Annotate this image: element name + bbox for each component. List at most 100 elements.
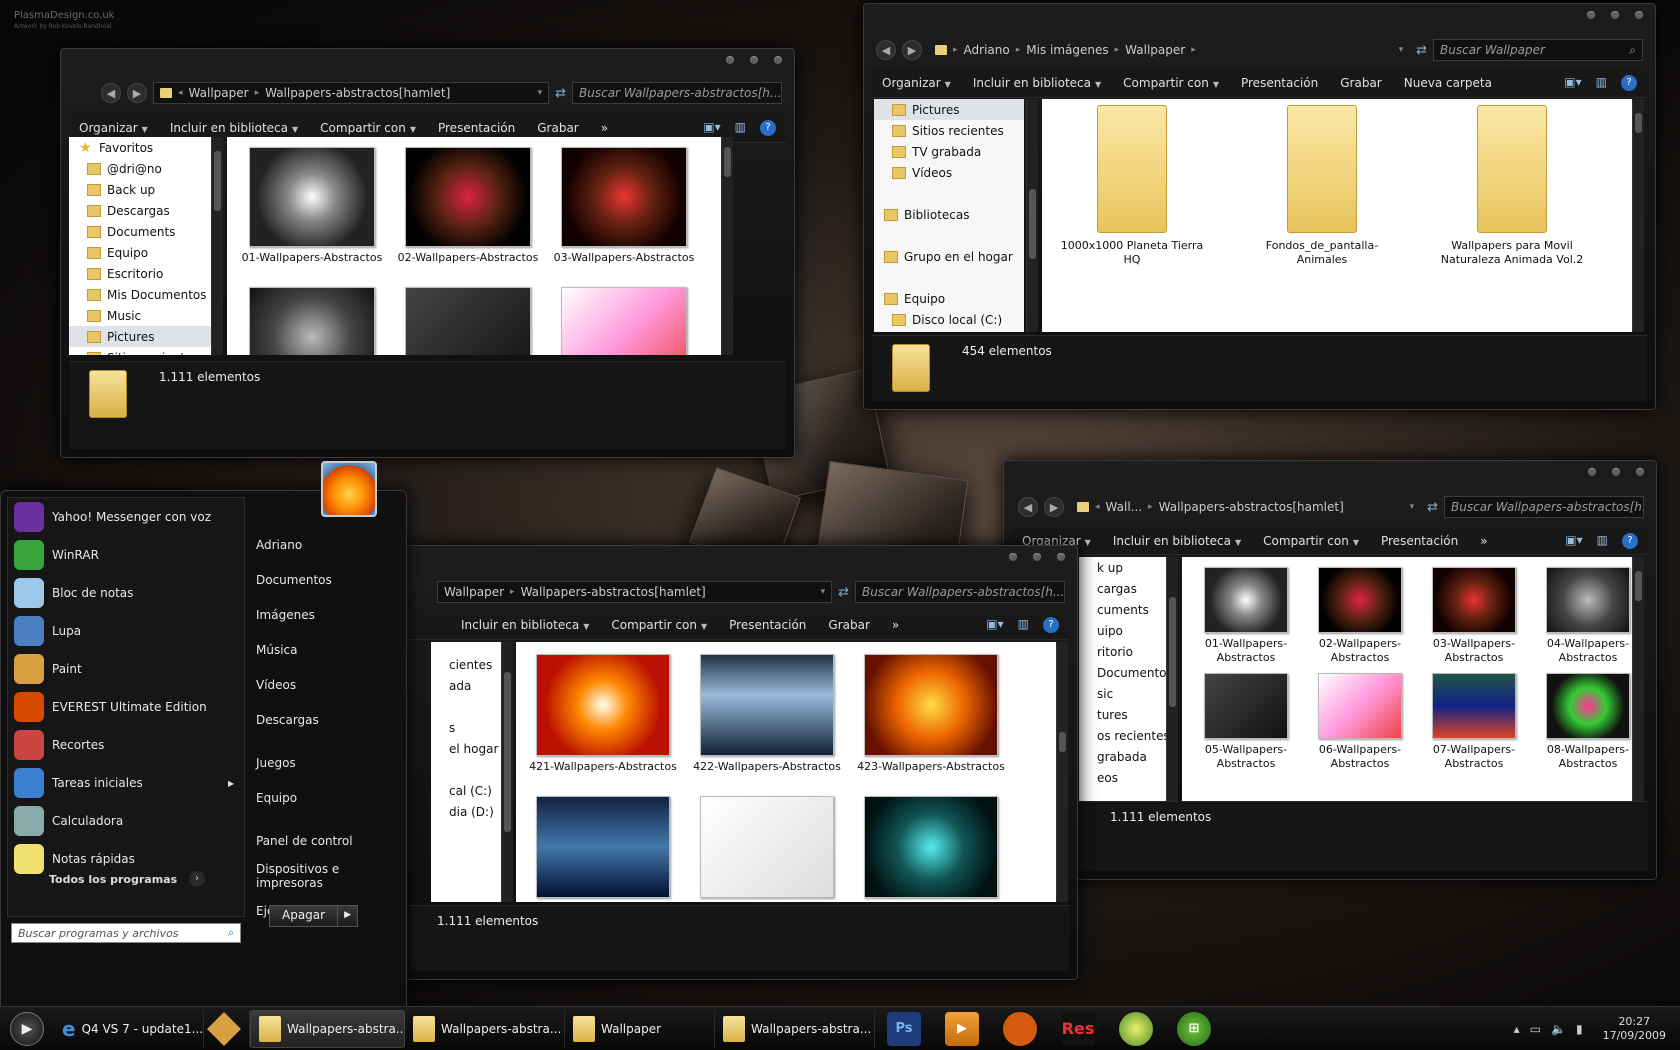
breadcrumb-item[interactable]: Wallpaper [189, 86, 249, 100]
nav-item[interactable]: Pictures [874, 99, 1024, 120]
nav-item[interactable]: Disco local (C:) [874, 309, 1024, 330]
file-thumbnail[interactable] [239, 287, 385, 355]
start-link[interactable]: Panel de control [256, 823, 406, 858]
nav-item[interactable]: Mis Documentos [69, 284, 217, 305]
nav-item[interactable]: grabada [1079, 746, 1169, 767]
start-link[interactable]: Dispositivos e impresoras [256, 858, 406, 893]
chevron-right-icon[interactable]: › [189, 871, 205, 887]
nav-item[interactable]: Sitios recientes [874, 120, 1024, 141]
help-icon[interactable]: ? [1622, 532, 1638, 549]
help-icon[interactable]: ? [1043, 616, 1059, 633]
nav-scrollbar[interactable] [501, 642, 513, 902]
nav-item[interactable]: Descargas [69, 200, 217, 221]
start-search-input[interactable]: Buscar programas y archivos ⌕ [11, 923, 241, 943]
folder-item[interactable]: Fondos_de_pantalla-Animales [1242, 105, 1402, 267]
window-caption-buttons[interactable] [1009, 553, 1065, 561]
breadcrumb-item[interactable]: Wallpaper [1125, 43, 1185, 57]
file-thumbnail[interactable]: 04-Wallpapers-Abstractos [1536, 567, 1632, 665]
nav-item[interactable] [431, 696, 501, 717]
start-link[interactable]: Vídeos [256, 667, 406, 702]
include-library-menu[interactable]: Incluir en biblioteca ▼ [170, 121, 298, 135]
program-item[interactable]: WinRAR [8, 536, 244, 574]
slideshow-button[interactable]: Presentación [438, 121, 515, 135]
burn-button[interactable]: Grabar [537, 121, 579, 135]
organize-menu[interactable]: Organizar ▼ [79, 121, 148, 135]
nav-item[interactable]: k up [1079, 557, 1169, 578]
taskbar-explorer[interactable]: Wallpapers-abstra... [715, 1009, 875, 1048]
volume-icon[interactable]: 🔈 [1551, 1022, 1566, 1036]
content-scrollbar[interactable] [1632, 99, 1644, 332]
nav-item[interactable]: Equipo [874, 288, 1024, 309]
taskbar-explorer[interactable]: Wallpapers-abstra... [250, 1009, 405, 1048]
bird-icon[interactable] [1003, 1011, 1037, 1046]
nav-scrollbar[interactable] [1166, 557, 1178, 802]
nav-item[interactable]: Sitios recientes [69, 347, 217, 355]
content-scrollbar[interactable] [1056, 642, 1068, 902]
start-link[interactable]: Equipo [256, 780, 406, 815]
program-item[interactable]: Bloc de notas [8, 574, 244, 612]
include-library-menu[interactable]: Incluir en biblioteca ▼ [461, 618, 589, 632]
burn-button[interactable]: Grabar [828, 618, 870, 632]
folder-item[interactable]: 1000x1000 Planeta Tierra HQ [1052, 105, 1212, 267]
windows-icon[interactable]: ⊞ [1177, 1011, 1211, 1046]
help-icon[interactable]: ? [1621, 74, 1637, 91]
nav-item[interactable]: tures [1079, 704, 1169, 725]
file-thumbnail[interactable]: 01-Wallpapers-Abstractos [239, 147, 385, 265]
nav-item[interactable]: TV grabada [874, 141, 1024, 162]
breadcrumb[interactable]: ▸ Adriano ▸ Mis imágenes ▸ Wallpaper ▸ ▾ [928, 39, 1410, 61]
explorer-window-wallpaper[interactable]: ◀ ▶ ▸ Adriano ▸ Mis imágenes ▸ Wallpaper ▸ … [863, 3, 1656, 410]
start-link[interactable]: Documentos [256, 562, 406, 597]
nav-item[interactable]: Escritorio [69, 263, 217, 284]
start-link[interactable]: Imágenes [256, 597, 406, 632]
maximize-button[interactable] [1033, 553, 1041, 561]
program-item[interactable]: Tareas iniciales ▸ [8, 764, 244, 802]
view-icon[interactable]: ▣▾ [986, 617, 1003, 633]
nav-item[interactable]: el hogar [431, 738, 501, 759]
all-programs-button[interactable]: Todos los programas [49, 873, 177, 886]
minimize-button[interactable] [1587, 11, 1595, 19]
nav-item[interactable]: Equipo [69, 242, 217, 263]
start-button[interactable]: ▶ [10, 1011, 44, 1046]
shutdown-options-button[interactable]: ▶ [338, 905, 359, 927]
nav-item[interactable]: cargas [1079, 578, 1169, 599]
file-thumbnail[interactable]: 07-Wallpapers-Abstractos [1422, 673, 1526, 771]
program-item[interactable]: Yahoo! Messenger con voz [8, 498, 244, 536]
view-icon[interactable]: ▣▾ [1565, 533, 1582, 549]
power-icon[interactable]: ▮ [1576, 1022, 1583, 1036]
nav-item[interactable]: Grupo en el hogar [874, 246, 1024, 267]
breadcrumb-item[interactable]: Adriano [964, 43, 1010, 57]
breadcrumb[interactable]: ◂ Wall... ▸ Wallpapers-abstractos[hamlet]… [1070, 496, 1421, 518]
content-scrollbar[interactable] [721, 137, 733, 355]
file-thumbnail[interactable] [690, 796, 844, 902]
maximize-button[interactable] [1612, 468, 1620, 476]
program-item[interactable]: EVEREST Ultimate Edition [8, 688, 244, 726]
content-scrollbar[interactable] [1632, 557, 1644, 802]
explorer-window-abstractos-3[interactable]: ◀ ▶ ◂ Wall... ▸ Wallpapers-abstractos[ham… [1003, 460, 1657, 880]
search-input[interactable]: Buscar Wallpapers-abstractos[h...⌕ [572, 82, 782, 104]
refresh-icon[interactable]: ⇄ [1427, 500, 1438, 515]
breadcrumb-item[interactable]: Mis imágenes [1026, 43, 1108, 57]
breadcrumb[interactable]: ◂ Wallpaper ▸ Wallpapers-abstractos[hamle… [153, 82, 550, 104]
user-avatar[interactable] [321, 461, 377, 517]
file-thumbnail[interactable]: 02-Wallpapers-Abstractos [395, 147, 541, 265]
network-icon[interactable]: ▭ [1530, 1022, 1541, 1036]
slideshow-button[interactable]: Presentación [1241, 76, 1318, 90]
taskbar-ie[interactable]: e Q4 VS 7 - update1... [54, 1009, 204, 1048]
more-button[interactable]: » [1480, 534, 1487, 548]
share-menu[interactable]: Compartir con ▼ [611, 618, 707, 632]
taskbar-explorer[interactable]: Wallpapers-abstra... [405, 1009, 565, 1048]
window-caption-buttons[interactable] [1587, 11, 1643, 19]
file-thumbnail[interactable] [854, 796, 1008, 902]
breadcrumb-item[interactable]: Wall... [1106, 500, 1143, 514]
program-item[interactable]: Calculadora [8, 802, 244, 840]
nav-item[interactable]: dia (D:) [431, 801, 501, 822]
reshacker-icon[interactable]: Res [1061, 1011, 1095, 1046]
refresh-icon[interactable]: ⇄ [555, 86, 566, 101]
slideshow-button[interactable]: Presentación [729, 618, 806, 632]
nav-item[interactable]: Vídeos [874, 162, 1024, 183]
preview-pane-icon[interactable]: ▥ [1597, 533, 1608, 549]
forward-icon[interactable]: ▶ [127, 83, 147, 103]
breadcrumb-item[interactable]: Wallpapers-abstractos[hamlet] [265, 86, 450, 100]
help-icon[interactable]: ? [760, 119, 776, 136]
breadcrumb-item[interactable]: Wallpapers-abstractos[hamlet] [521, 585, 706, 599]
